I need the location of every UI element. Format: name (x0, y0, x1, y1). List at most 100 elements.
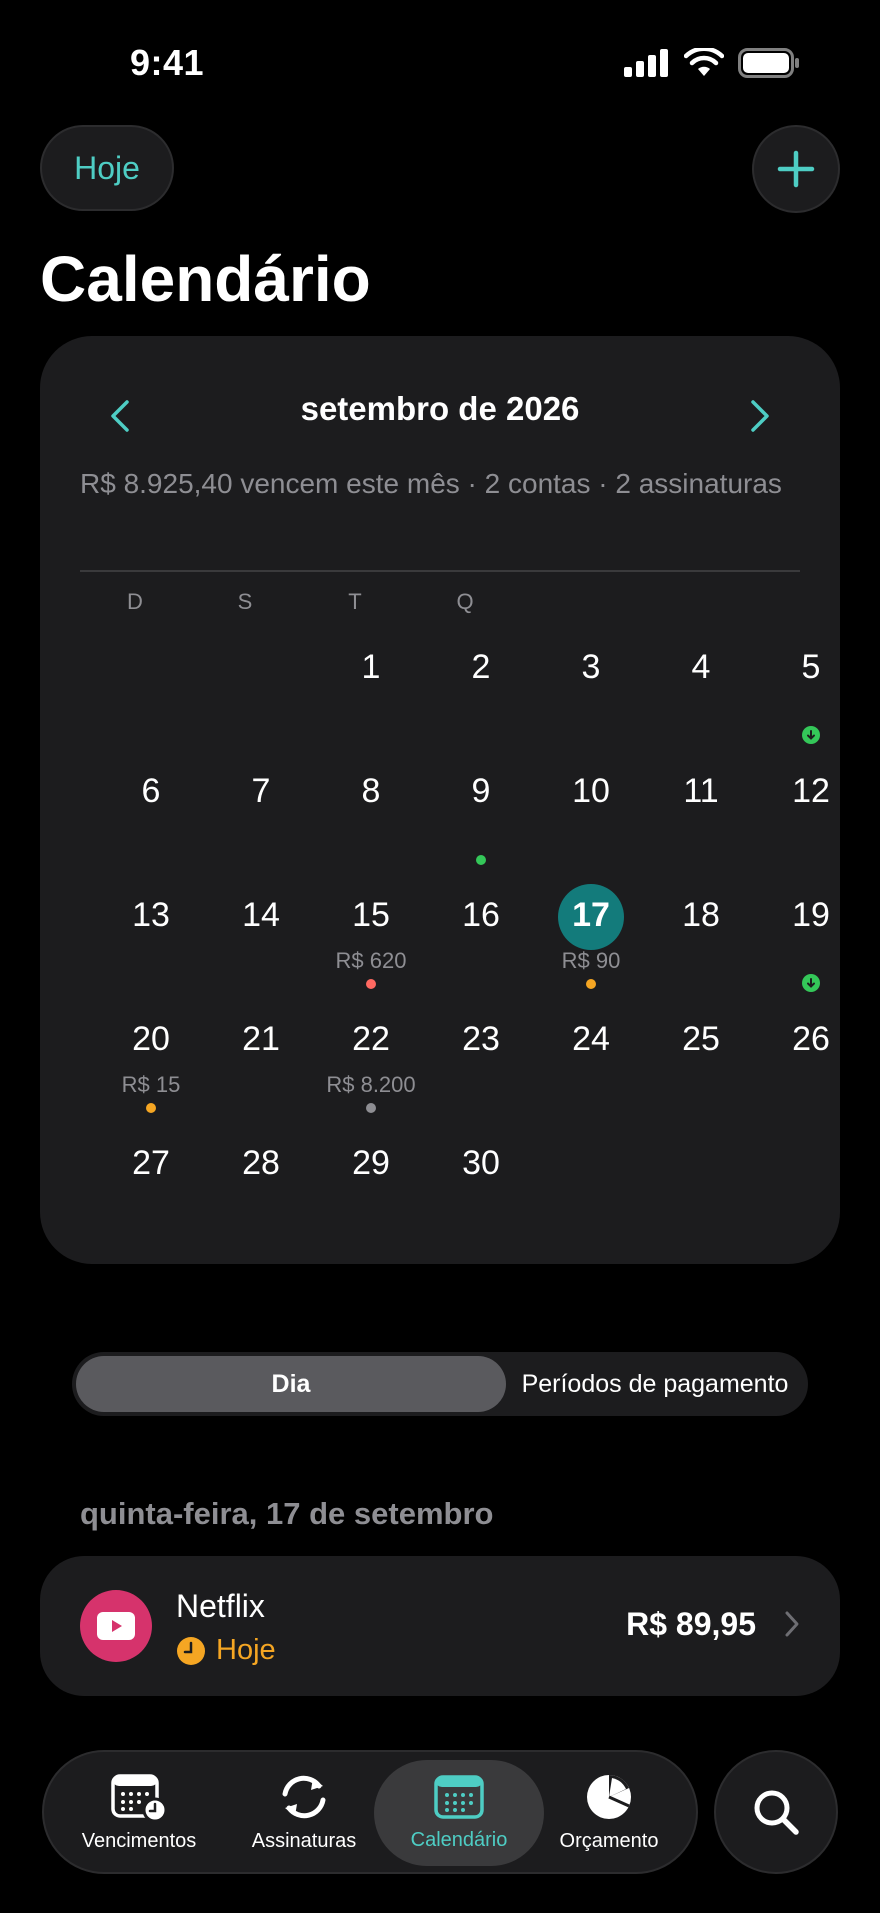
day-number: 21 (242, 1020, 280, 1058)
today-button[interactable]: Hoje (40, 125, 174, 211)
day-number: 27 (132, 1144, 170, 1182)
day-number: 2 (471, 648, 491, 686)
calendar-day-today[interactable]: 17 R$ 90 (536, 884, 646, 1008)
clock-icon (177, 1636, 205, 1665)
event-dot (366, 979, 376, 989)
day-amount: R$ 15 (121, 1072, 181, 1097)
bill-name: Netflix (176, 1588, 265, 1624)
calendar-day[interactable]: 8 (316, 760, 426, 884)
day-number: 26 (792, 1020, 830, 1058)
day-amount: R$ 90 (561, 948, 621, 973)
calendar-day[interactable]: 30 (426, 1132, 536, 1256)
day-number: 19 (792, 896, 830, 934)
segment-day[interactable]: Dia (76, 1356, 506, 1412)
tab-label: Vencimentos (81, 1829, 197, 1852)
event-dot (476, 855, 486, 865)
segment-pay-periods[interactable]: Períodos de pagamento (506, 1356, 804, 1412)
calendar-day[interactable]: 9 (426, 760, 536, 884)
calendar-day[interactable]: 11 (646, 760, 756, 884)
day-number: 18 (682, 896, 720, 934)
day-number: 13 (132, 896, 170, 934)
next-month-button[interactable] (730, 386, 790, 446)
calendar-day[interactable]: 28 (206, 1132, 316, 1256)
income-indicator-icon (802, 974, 820, 992)
day-number: 11 (683, 772, 719, 810)
calendar-icon (434, 1774, 484, 1819)
calendar-day[interactable]: 16 (426, 884, 536, 1008)
day-number: 25 (682, 1020, 720, 1058)
calendar-day[interactable]: 7 (206, 760, 316, 884)
calendar-day[interactable]: 15 R$ 620 (316, 884, 426, 1008)
bill-row[interactable]: Netflix Hoje R$ 89,95 (40, 1556, 840, 1696)
day-number: 17 (572, 896, 610, 934)
day-amount: R$ 8.200 (326, 1072, 416, 1097)
calendar-day[interactable]: 29 (316, 1132, 426, 1256)
weekday-label: T (348, 589, 362, 614)
cellular-signal-icon (624, 49, 668, 77)
tab-label: Assinaturas (251, 1829, 357, 1852)
tab-bar: Vencimentos Assinaturas Calendário Orçam… (42, 1750, 698, 1874)
calendar-day[interactable]: 27 (96, 1132, 206, 1256)
plus-icon (777, 150, 815, 188)
calendar-day[interactable]: 10 (536, 760, 646, 884)
tab-label: Orçamento (559, 1829, 659, 1852)
calendar-day[interactable]: 20 R$ 15 (96, 1008, 206, 1132)
day-number: 7 (251, 772, 271, 810)
calendar-card: setembro de 2026 R$ 8.925,40 vencem este… (40, 336, 840, 1264)
calendar-day[interactable]: 23 (426, 1008, 536, 1132)
day-number: 14 (242, 896, 280, 934)
calendar-day[interactable]: 24 (536, 1008, 646, 1132)
battery-icon (738, 48, 799, 78)
status-icons (624, 48, 800, 78)
chevron-right-icon (751, 400, 769, 432)
day-number: 9 (471, 772, 491, 810)
search-button[interactable] (714, 1750, 838, 1874)
calendar-day[interactable]: 13 (96, 884, 206, 1008)
refresh-icon (282, 1775, 326, 1818)
calendar-day[interactable]: 2 (426, 636, 536, 760)
calendar-day[interactable]: 25 (646, 1008, 756, 1132)
calendar-day[interactable]: 12 (756, 760, 866, 884)
day-number: 28 (242, 1144, 280, 1182)
calendar-day[interactable]: 22 R$ 8.200 (316, 1008, 426, 1132)
calendar-summary: R$ 8.925,40 vencem este mês · 2 contas ·… (80, 468, 782, 499)
day-number: 22 (352, 1020, 390, 1058)
calendar-day[interactable]: 26 (756, 1008, 866, 1132)
day-number: 8 (361, 772, 381, 810)
calendar-day[interactable]: 19 (756, 884, 866, 1008)
day-number: 23 (462, 1020, 500, 1058)
day-number: 6 (141, 772, 161, 810)
page-title: Calendário (40, 243, 371, 315)
day-number: 30 (462, 1144, 500, 1182)
add-button[interactable] (752, 125, 840, 213)
income-indicator-icon (802, 726, 820, 744)
tab-calendario[interactable]: Calendário (384, 1752, 534, 1872)
event-dot (586, 979, 596, 989)
calendar-day[interactable]: 18 (646, 884, 756, 1008)
weekday-label: Q (456, 589, 474, 614)
calendar-day[interactable]: 21 (206, 1008, 316, 1132)
day-number: 20 (132, 1020, 170, 1058)
day-number: 29 (352, 1144, 390, 1182)
calendar-day[interactable]: 14 (206, 884, 316, 1008)
day-number: 15 (352, 896, 390, 934)
tab-vencimentos[interactable]: Vencimentos (64, 1752, 214, 1872)
divider (80, 570, 800, 572)
calendar-day[interactable]: 6 (96, 760, 206, 884)
tab-orcamento[interactable]: Orçamento (534, 1752, 684, 1872)
calendar-day[interactable]: 3 (536, 636, 646, 760)
calendar-day[interactable]: 4 (646, 636, 756, 760)
weekday-label: S (237, 589, 253, 614)
day-amount: R$ 620 (335, 948, 407, 973)
day-number: 12 (792, 772, 830, 810)
event-dot (146, 1103, 156, 1113)
wifi-icon (684, 48, 724, 76)
tab-assinaturas[interactable]: Assinaturas (229, 1752, 379, 1872)
calendar-day[interactable]: 5 (756, 636, 866, 760)
bill-amount: R$ 89,95 (626, 1606, 756, 1642)
calendar-month-label: setembro de 2026 (300, 390, 580, 427)
calendar-day[interactable]: 1 (316, 636, 426, 760)
day-number: 10 (572, 772, 610, 810)
selected-day-label: quinta-feira, 17 de setembro (80, 1496, 494, 1531)
day-number: 16 (462, 896, 500, 934)
